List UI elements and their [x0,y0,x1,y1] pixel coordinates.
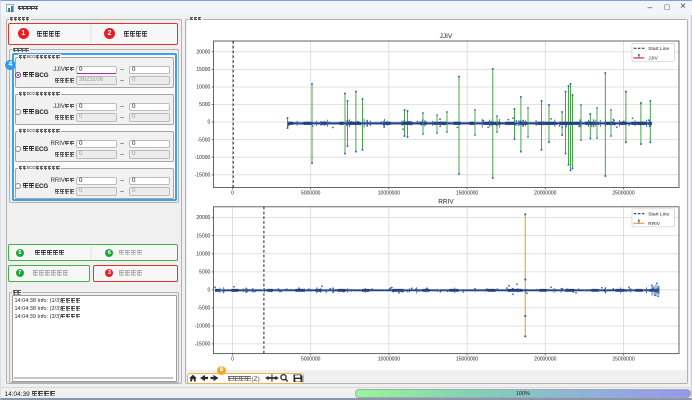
svg-text:-5000: -5000 [197,306,210,312]
svg-text:15000: 15000 [196,233,210,239]
svg-text:15000000: 15000000 [455,190,477,196]
svg-text:5000: 5000 [199,270,210,276]
svg-text:10000000: 10000000 [377,356,399,362]
svg-text:0: 0 [207,288,210,294]
svg-text:RRIV: RRIV [438,199,454,206]
svg-text:Start Line: Start Line [648,46,669,52]
svg-text:0: 0 [207,120,210,126]
svg-text:20000000: 20000000 [534,356,556,362]
svg-text:-15000: -15000 [194,342,210,348]
svg-text:15000000: 15000000 [455,356,477,362]
svg-text:-10000: -10000 [194,324,210,330]
svg-text:10000: 10000 [196,85,210,91]
svg-text:20000: 20000 [196,215,210,221]
svg-text:5000000: 5000000 [300,190,320,196]
svg-text:-10000: -10000 [194,155,210,161]
svg-text:JJIV: JJIV [439,33,452,40]
svg-text:RRIV: RRIV [648,221,660,227]
svg-text:20000000: 20000000 [534,190,556,196]
svg-text:-5000: -5000 [197,137,210,143]
svg-text:20000: 20000 [196,50,210,56]
svg-text:5000: 5000 [199,102,210,108]
svg-text:0: 0 [231,190,234,196]
svg-text:10000000: 10000000 [377,190,399,196]
svg-text:15000: 15000 [196,67,210,73]
svg-text:25000000: 25000000 [612,190,634,196]
svg-text:0: 0 [231,356,234,362]
svg-text:-15000: -15000 [194,173,210,179]
svg-text:25000000: 25000000 [612,356,634,362]
svg-text:10000: 10000 [196,252,210,258]
svg-text:JJIV: JJIV [648,56,658,62]
svg-text:Start Line: Start Line [648,212,669,218]
svg-text:5000000: 5000000 [300,356,320,362]
